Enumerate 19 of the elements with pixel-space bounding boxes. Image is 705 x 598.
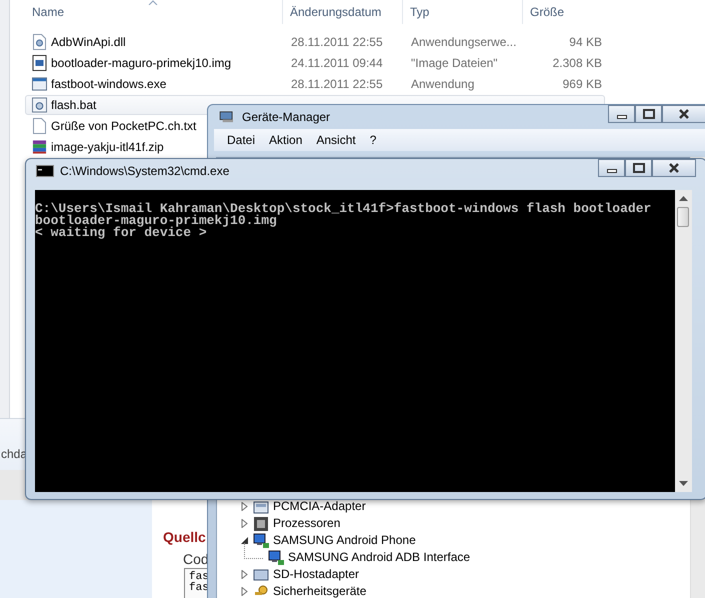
file-type: Anwendungserwe... xyxy=(410,35,518,49)
file-name: fastboot-windows.exe xyxy=(51,77,166,91)
file-name: AdbWinApi.dll xyxy=(51,35,126,49)
file-type: "Image Dateien" xyxy=(410,56,499,70)
window-title: C:\Windows\System32\cmd.exe xyxy=(60,164,230,178)
file-date: 24.11.2011 09:44 xyxy=(290,56,384,70)
file-name: flash.bat xyxy=(51,98,96,112)
console-output: C:\Users\Ismail Kahraman\Desktop\stock_itl41f>fastboot-windows flash bootloader bootloader-maguro-primekj10.img < waiting for device > xyxy=(35,190,675,492)
file-name: Grüße von PocketPC.ch.txt xyxy=(51,119,196,133)
file-name: bootloader-maguro-primekj10.img xyxy=(51,56,232,70)
file-size: 2.308 KB xyxy=(552,56,603,70)
file-size: 969 KB xyxy=(562,77,603,91)
file-name: image-yakju-itl41f.zip xyxy=(51,140,164,154)
file-type: Anwendung xyxy=(410,77,476,91)
file-size: 94 KB xyxy=(568,35,603,49)
file-date: 28.11.2011 22:55 xyxy=(290,35,384,49)
section-heading: Quellc xyxy=(163,529,206,545)
file-date: 28.11.2011 22:55 xyxy=(290,77,384,91)
window-title: Geräte-Manager xyxy=(242,110,330,124)
